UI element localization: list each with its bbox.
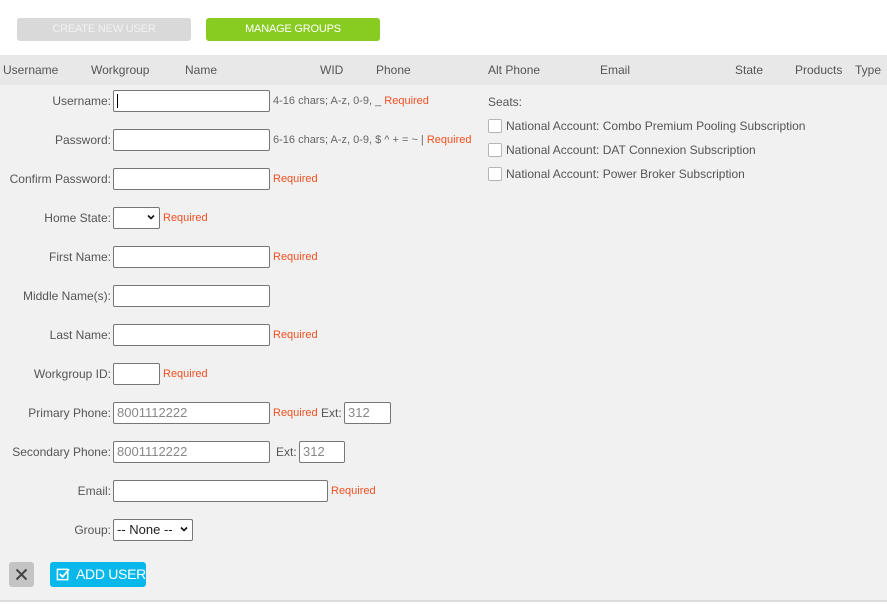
primary-phone-ext-input[interactable]: 312: [344, 402, 391, 424]
chevron-down-icon: [180, 526, 188, 532]
username-hint: 4-16 chars; A-z, 0-9, _ Required: [273, 95, 429, 107]
confirm-password-label: Confirm Password:: [9, 172, 111, 186]
cancel-button[interactable]: [9, 562, 34, 587]
column-header-email[interactable]: Email: [600, 63, 630, 77]
column-header-phone[interactable]: Phone: [376, 63, 411, 77]
seat-checkbox[interactable]: [488, 119, 502, 133]
column-header-name[interactable]: Name: [185, 63, 217, 77]
seat-label: National Account: DAT Connexion Subscrip…: [506, 143, 756, 157]
last-name-label: Last Name:: [49, 328, 111, 342]
manage-groups-button[interactable]: MANAGE GROUPS: [206, 18, 380, 41]
seat-label: National Account: Power Broker Subscript…: [506, 167, 745, 181]
password-required: Required: [426, 134, 472, 146]
chevron-down-icon: [147, 214, 155, 220]
primary-phone-label: Primary Phone:: [28, 406, 111, 420]
secondary-phone-input[interactable]: 8001112222: [113, 441, 270, 463]
column-header-state[interactable]: State: [735, 63, 763, 77]
group-select[interactable]: -- None --: [113, 519, 193, 541]
primary-phone-required: Required: [273, 407, 318, 419]
column-header-workgroup[interactable]: Workgroup: [91, 63, 149, 77]
password-label: Password:: [54, 133, 111, 147]
secondary-phone-ext-input[interactable]: 312: [299, 441, 345, 463]
first-name-input[interactable]: [113, 246, 270, 268]
seats-title: Seats:: [488, 95, 523, 109]
column-header-username[interactable]: Username: [3, 63, 58, 77]
seat-checkbox[interactable]: [488, 143, 502, 157]
column-header-alt-phone[interactable]: Alt Phone: [488, 63, 540, 77]
username-label: Username:: [52, 94, 111, 108]
email-input[interactable]: [113, 480, 328, 502]
seat-checkbox[interactable]: [488, 167, 502, 181]
primary-phone-ext-placeholder: 312: [348, 405, 370, 420]
workgroup-id-input[interactable]: [113, 363, 160, 385]
password-input[interactable]: [113, 129, 270, 151]
close-icon: [15, 568, 28, 581]
home-state-label: Home State:: [44, 211, 111, 225]
username-input[interactable]: [113, 90, 270, 112]
column-header-wid[interactable]: WID: [320, 63, 343, 77]
create-new-user-button[interactable]: CREATE NEW USER: [17, 18, 191, 41]
home-state-required: Required: [163, 212, 208, 224]
secondary-phone-placeholder: 8001112222: [117, 444, 188, 459]
primary-phone-ext-label: Ext:: [321, 406, 342, 420]
primary-phone-input[interactable]: 8001112222: [113, 402, 270, 424]
add-user-label: ADD USER: [76, 566, 146, 582]
add-user-button[interactable]: ADD USER: [50, 562, 146, 587]
group-selected-value: -- None --: [117, 522, 173, 537]
password-hint: 6-16 chars; A-z, 0-9, $ ^ + = ~ | Requir…: [273, 134, 472, 146]
last-name-required: Required: [273, 329, 318, 341]
group-label: Group:: [74, 523, 111, 537]
column-header-products[interactable]: Products: [795, 63, 842, 77]
first-name-required: Required: [273, 251, 318, 263]
users-table-header: Username Workgroup Name WID Phone Alt Ph…: [0, 55, 887, 85]
seat-label: National Account: Combo Premium Pooling …: [506, 119, 806, 133]
create-user-form: Username: 4-16 chars; A-z, 0-9, _ Requir…: [0, 85, 887, 602]
workgroup-id-label: Workgroup ID:: [33, 367, 111, 381]
primary-phone-placeholder: 8001112222: [117, 405, 188, 420]
last-name-input[interactable]: [113, 324, 270, 346]
middle-names-input[interactable]: [113, 285, 270, 307]
confirm-password-input[interactable]: [113, 168, 270, 190]
text-cursor: [117, 94, 118, 108]
secondary-phone-ext-label: Ext:: [276, 445, 297, 459]
username-required: Required: [384, 95, 429, 107]
workgroup-id-required: Required: [163, 368, 208, 380]
secondary-phone-label: Secondary Phone:: [12, 445, 111, 459]
seats-panel: Seats: National Account: Combo Premium P…: [488, 95, 805, 181]
confirm-password-required: Required: [273, 173, 318, 185]
home-state-select[interactable]: [113, 207, 160, 229]
column-header-type[interactable]: Type: [855, 63, 881, 77]
first-name-label: First Name:: [48, 250, 111, 264]
checkbox-checked-icon: [56, 568, 70, 581]
email-label: Email:: [77, 484, 111, 498]
email-required: Required: [331, 485, 376, 497]
middle-names-label: Middle Name(s):: [22, 289, 111, 303]
secondary-phone-ext-placeholder: 312: [303, 444, 325, 459]
